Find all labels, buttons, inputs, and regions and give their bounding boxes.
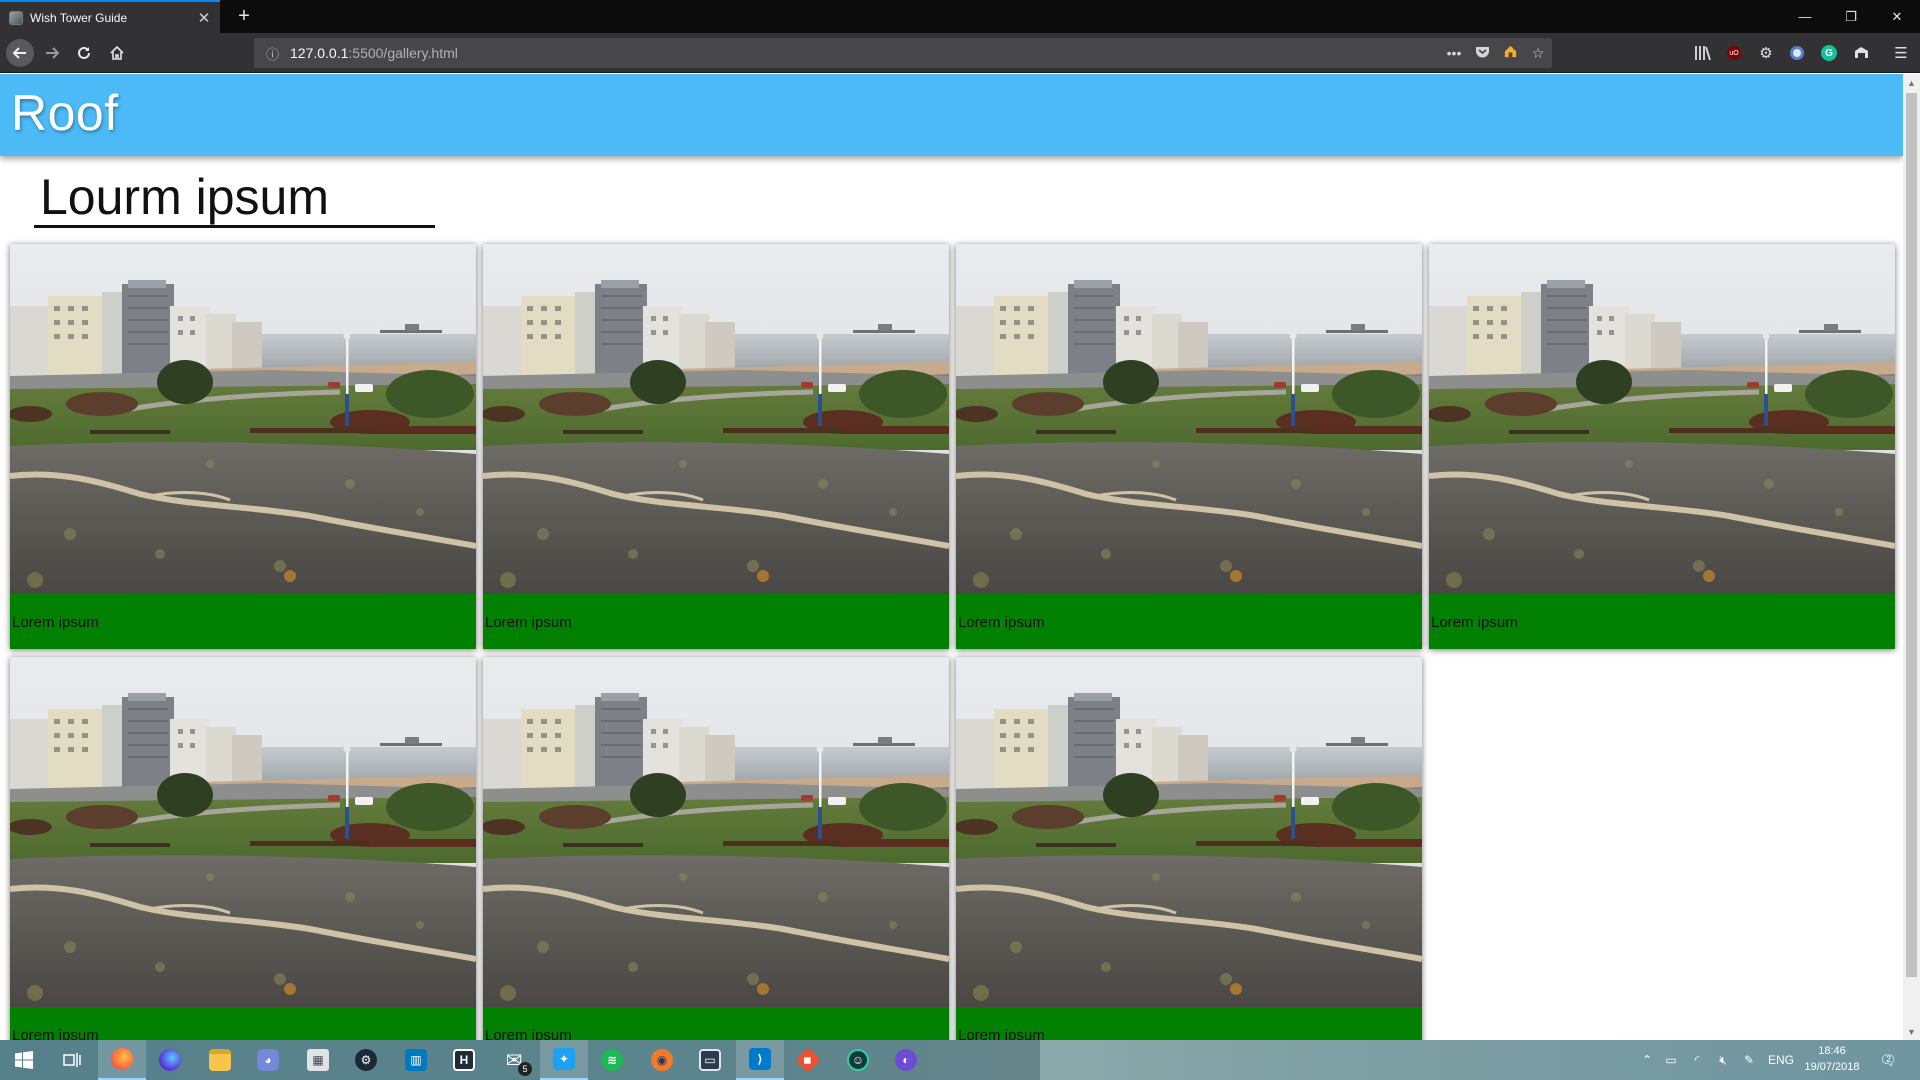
back-arrow-icon [12,47,26,59]
home-shield-icon[interactable] [1496,44,1524,62]
vscode-icon[interactable]: ⟩ [736,1040,784,1080]
task-view-icon[interactable] [48,1040,96,1080]
site-title: Roof [11,85,119,141]
forward-button[interactable] [38,39,66,67]
scroll-up-arrow-icon[interactable]: ▲ [1903,74,1920,91]
steam-icon[interactable]: ⚙ [342,1040,390,1080]
firefox-icon[interactable] [98,1040,146,1080]
address-bar[interactable]: ⓘ 127.0.0.1:5500/gallery.html ••• ☆ [254,38,1552,68]
gitkraken-icon[interactable]: ☺ [834,1040,882,1080]
seafront-photo[interactable] [956,244,1422,594]
seafront-photo[interactable] [10,657,476,1007]
tab-strip: Wish Tower Guide ✕ + — ❐ ✕ [0,0,1920,33]
extension-puzzle-icon[interactable] [1850,42,1872,64]
battery-icon[interactable]: ▭ [1658,1053,1684,1067]
mail-badge: 5 [518,1062,532,1076]
card-caption: Lorem ipsum [485,614,572,631]
action-center-icon[interactable]: 🗨︎ 2 [1876,1048,1900,1072]
app-icon[interactable]: ▦ [294,1040,342,1080]
pen-icon[interactable]: ✎ [1736,1053,1762,1067]
reload-icon [78,46,90,59]
trello-icon[interactable]: ▥ [392,1040,440,1080]
card-caption: Lorem ipsum [958,614,1045,631]
url-text[interactable]: 127.0.0.1:5500/gallery.html [290,45,1440,61]
card-caption: Lorem ipsum [485,1027,572,1040]
windows-start-icon[interactable] [0,1040,48,1080]
pocket-icon[interactable] [1468,45,1496,62]
twitter-icon[interactable]: ✦ [540,1040,588,1080]
new-tab-button[interactable]: + [230,0,258,33]
gallery-card[interactable]: Lorem ipsum [10,657,476,1040]
site-favicon-icon [9,10,23,25]
clock-date: 19/07/2018 [1804,1061,1860,1073]
heading-underline [34,225,435,228]
forward-arrow-icon [46,47,60,59]
restore-button[interactable]: ❐ [1828,0,1874,33]
language-indicator[interactable]: ENG [1762,1053,1800,1067]
system-tray: ⌃ ▭ ◜ 🔇︎ ✎ ENG [1636,1040,1800,1080]
reload-button[interactable] [70,39,98,67]
card-caption: Lorem ipsum [958,1027,1045,1040]
site-info-icon[interactable]: ⓘ [266,44,284,63]
app-icon[interactable]: H [440,1040,488,1080]
gallery-card[interactable]: Lorem ipsum [10,244,476,649]
library-icon[interactable] [1692,42,1714,64]
scroll-down-arrow-icon[interactable]: ▼ [1903,1023,1920,1040]
close-tab-icon[interactable]: ✕ [192,9,216,27]
seafront-photo[interactable] [483,244,949,594]
app-icon[interactable]: ◐ [882,1040,930,1080]
home-icon [110,45,124,60]
site-header: Roof [0,74,1903,156]
gallery-card[interactable]: Lorem ipsum [483,657,949,1040]
scrollbar-thumb[interactable] [1906,93,1917,977]
card-caption: Lorem ipsum [12,1027,99,1040]
windows-taskbar: ◕ ▦ ⚙ ▥ H ✉ 5 ✦ ≋ ◉ ▭ ⟩ ◆ ☺ ◐ ⌃ ▭ ◜ 🔇︎ ✎… [0,1040,1920,1080]
git-icon[interactable]: ◆ [784,1040,832,1080]
url-host: 127.0.0.1 [290,45,349,61]
seafront-photo[interactable] [956,657,1422,1007]
file-explorer-icon[interactable] [196,1040,244,1080]
settings-gear-icon[interactable]: ⚙ [1755,42,1777,64]
navigation-toolbar: ⓘ 127.0.0.1:5500/gallery.html ••• ☆ uO ⚙… [0,33,1920,73]
ublock-origin-icon[interactable]: uO [1723,42,1745,64]
bookmark-star-icon[interactable]: ☆ [1524,45,1552,62]
card-caption: Lorem ipsum [12,614,99,631]
page-heading: Lourm ipsum [40,169,329,225]
seafront-photo[interactable] [1429,244,1895,594]
app-icon[interactable]: ▭ [686,1040,734,1080]
vertical-scrollbar[interactable]: ▲ ▼ [1903,74,1920,1040]
clock-time: 18:46 [1818,1045,1846,1057]
gallery-card[interactable]: Lorem ipsum [956,244,1422,649]
minimize-button[interactable]: — [1782,0,1828,33]
taskbar-clock[interactable]: 18:46 19/07/2018 [1800,1043,1864,1075]
wifi-icon[interactable]: ◜ [1684,1053,1710,1067]
home-button[interactable] [103,39,131,67]
gallery-card[interactable]: Lorem ipsum [1429,244,1895,649]
seafront-photo[interactable] [483,657,949,1007]
seafront-photo[interactable] [10,244,476,594]
gallery-card[interactable]: Lorem ipsum [956,657,1422,1040]
url-path: :5500/gallery.html [348,45,458,61]
back-button[interactable] [6,39,34,67]
close-window-button[interactable]: ✕ [1874,0,1920,33]
firefox-nightly-icon[interactable] [146,1040,194,1080]
gallery-card[interactable]: Lorem ipsum [483,244,949,649]
tab-title: Wish Tower Guide [30,10,128,25]
volume-muted-icon[interactable]: 🔇︎ [1710,1053,1736,1068]
page-actions-icon[interactable]: ••• [1440,45,1468,61]
page-viewport: Roof Lourm ipsum Lorem ipsum Lorem ipsum… [0,74,1903,1040]
browser-tab[interactable]: Wish Tower Guide ✕ [0,0,220,33]
show-hidden-icons-chevron-icon[interactable]: ⌃ [1636,1053,1658,1067]
blender-icon[interactable]: ◉ [638,1040,686,1080]
mail-icon[interactable]: ✉ 5 [490,1040,538,1080]
notification-count: 2 [1886,1053,1892,1064]
grammarly-icon[interactable]: G [1818,42,1840,64]
card-caption: Lorem ipsum [1431,614,1518,631]
spotify-icon[interactable]: ≋ [588,1040,636,1080]
extension-icon[interactable] [1786,42,1808,64]
discord-icon[interactable]: ◕ [244,1040,292,1080]
hamburger-menu-icon[interactable]: ☰ [1890,42,1912,64]
